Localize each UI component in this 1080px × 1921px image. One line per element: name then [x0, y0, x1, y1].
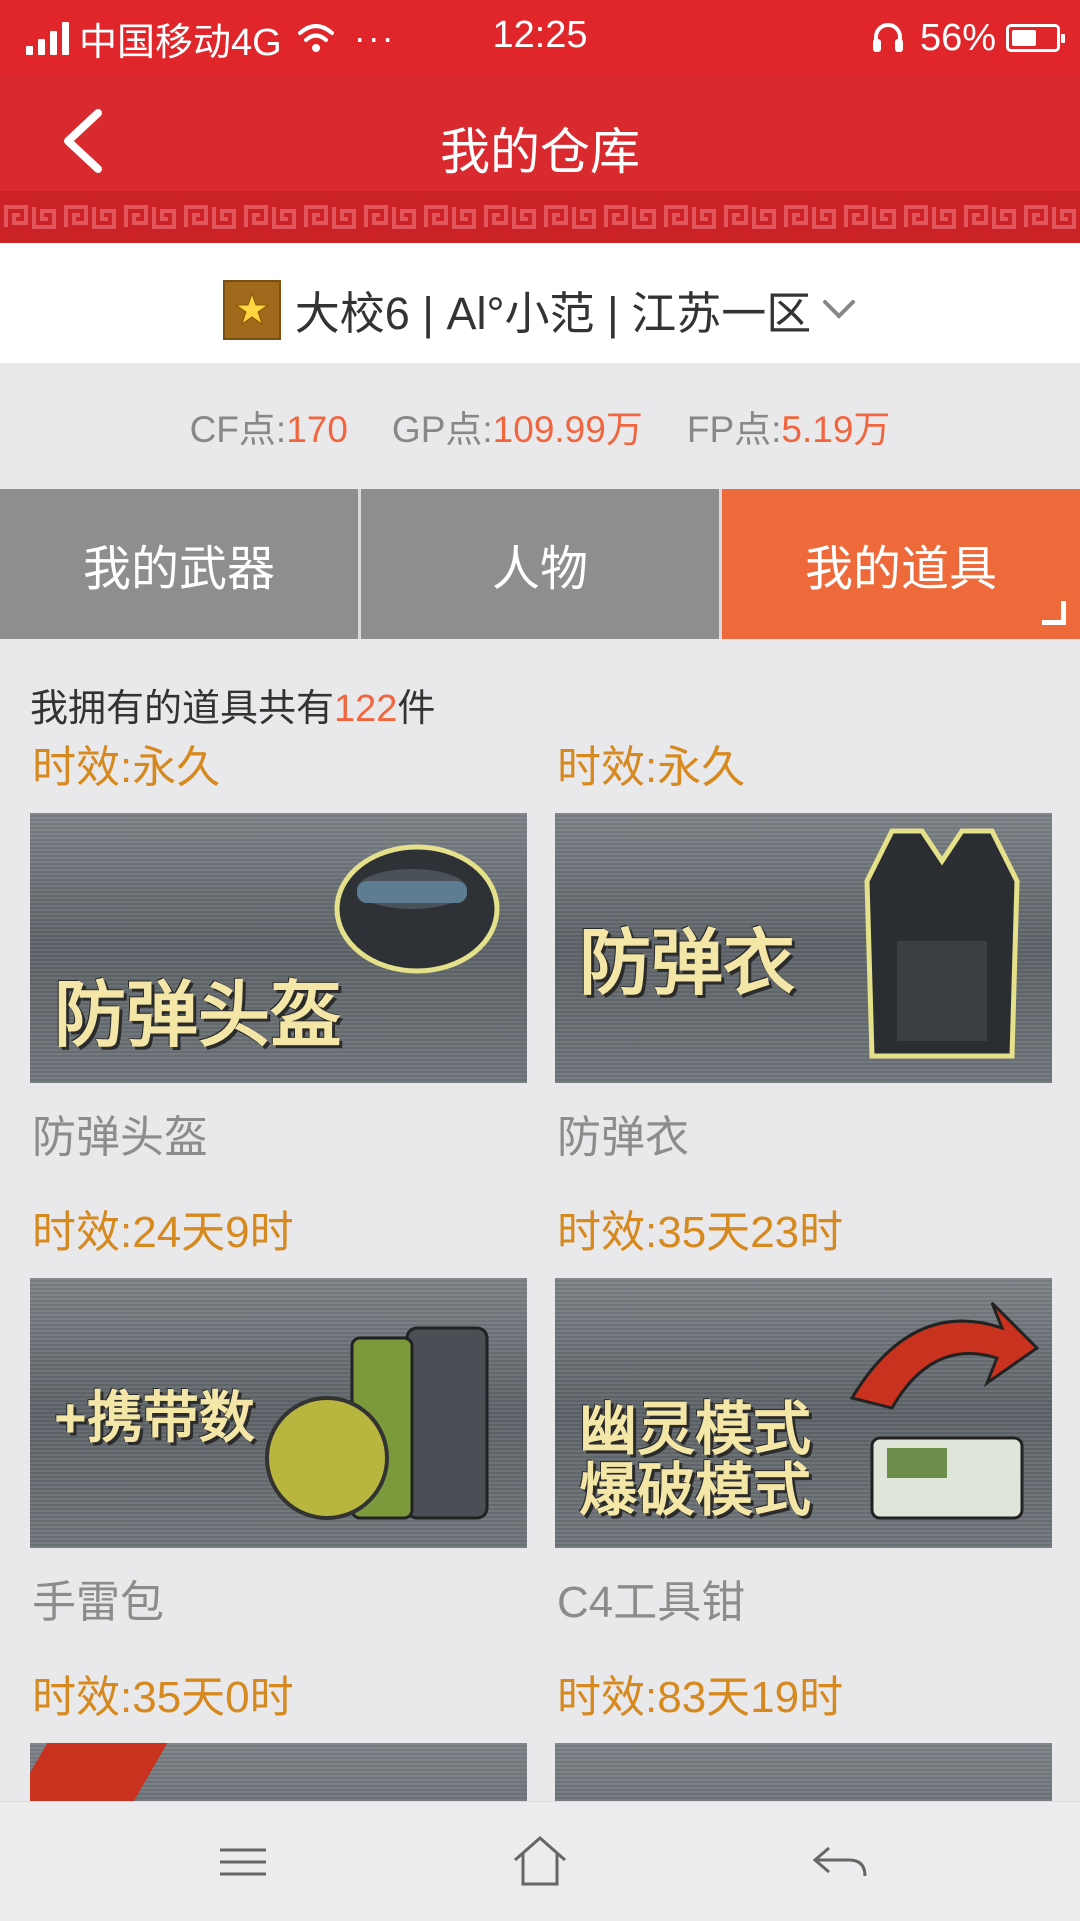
item-image: 防弹头盔: [30, 813, 527, 1083]
rank-badge-icon: [222, 279, 281, 340]
page-title: 我的仓库: [440, 124, 640, 180]
system-nav-bar: [0, 1801, 1080, 1921]
account-selector[interactable]: 大校6 | Al°小范 | 江苏一区: [0, 243, 1080, 363]
vest-icon: [864, 828, 1020, 1059]
corner-indicator-icon: [1042, 601, 1066, 625]
account-label: 大校6 | Al°小范 | 江苏一区: [294, 288, 812, 339]
gp-points: GP点:109.99万: [391, 409, 643, 450]
item-image: [30, 1743, 527, 1801]
category-tabs: 我的武器 人物 我的道具: [0, 489, 1080, 639]
item-name: 防弹头盔: [32, 1113, 208, 1162]
status-right: 56%: [870, 10, 1065, 66]
points-summary: CF点:170 GP点:109.99万 FP点:5.19万: [0, 363, 1080, 489]
item-image-label: 防弹衣: [579, 924, 796, 1005]
tab-my-items-label: 我的道具: [804, 543, 997, 596]
tab-my-weapons[interactable]: 我的武器: [0, 489, 358, 639]
menu-icon[interactable]: [208, 1832, 278, 1892]
items-content: 我拥有的道具共有122件 时效:永久 防弹头盔 防弹头盔 时效:永久 防弹衣 防…: [0, 639, 1080, 1801]
decorative-pattern: [0, 191, 1080, 243]
item-count: 我拥有的道具共有122件: [30, 688, 436, 730]
item-image-label: 防弹头盔: [54, 976, 343, 1057]
cf-points: CF点:170: [189, 409, 348, 450]
back-icon[interactable]: [805, 1832, 875, 1892]
fret-pattern: [0, 191, 1080, 243]
item-expiry: 时效:35天0时: [32, 1673, 294, 1722]
headset-icon: [872, 23, 903, 52]
item-image: +携带数: [30, 1278, 527, 1548]
item-expiry: 时效:永久: [557, 743, 746, 792]
item-image: 防弹衣: [555, 813, 1052, 1083]
tab-my-items[interactable]: 我的道具: [719, 489, 1080, 639]
item-expiry: 时效:83天19时: [557, 1673, 844, 1722]
c4-tool-icon: [849, 1301, 1040, 1520]
item-expiry: 时效:永久: [32, 743, 221, 792]
home-icon[interactable]: [505, 1832, 575, 1892]
fp-points: FP点:5.19万: [686, 409, 891, 450]
battery-percent: 56%: [919, 16, 996, 59]
item-image: 幽灵模式 爆破模式: [555, 1278, 1052, 1548]
item-name: 防弹衣: [557, 1113, 689, 1162]
item-name: C4工具钳: [557, 1578, 746, 1627]
helmet-icon: [334, 844, 500, 974]
tab-characters[interactable]: 人物: [358, 489, 719, 639]
app-header: 我的仓库: [0, 75, 1080, 243]
item-image-label: +携带数: [54, 1386, 255, 1450]
status-bar: 中国移动4G ··· 12:25 56%: [0, 0, 1080, 75]
battery-icon: [1006, 24, 1065, 52]
item-image: [555, 1743, 1052, 1801]
item-expiry: 时效:24天9时: [32, 1208, 294, 1257]
item-expiry: 时效:35天23时: [557, 1208, 844, 1257]
item-name: 手雷包: [32, 1578, 164, 1627]
item-image-label: 幽灵模式 爆破模式: [579, 1397, 812, 1524]
grenade-icon: [265, 1326, 489, 1520]
chevron-down-icon: [823, 299, 856, 319]
